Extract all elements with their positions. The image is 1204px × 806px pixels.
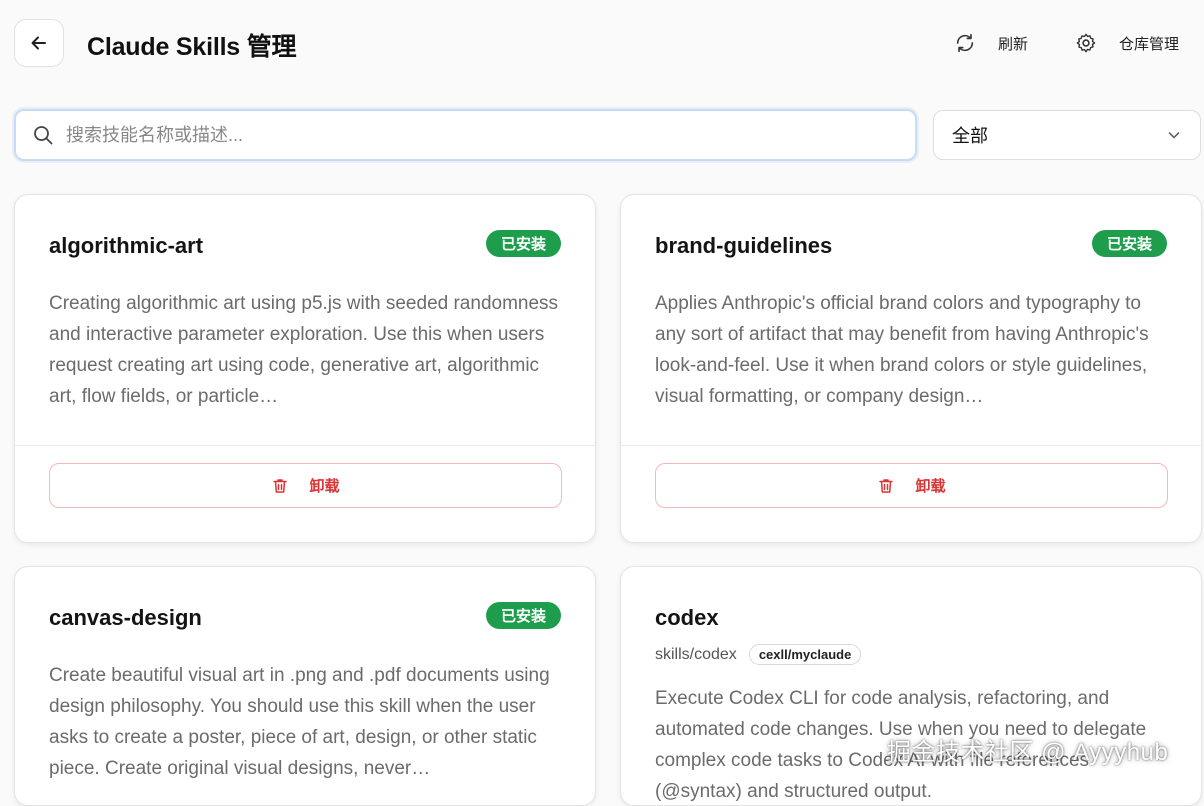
skill-name: codex <box>655 605 719 630</box>
repo-tag: cexll/myclaude <box>748 644 862 665</box>
refresh-icon <box>956 33 974 53</box>
skill-path-row: skills/codex cexll/myclaude <box>655 644 862 665</box>
card-divider <box>621 445 1201 446</box>
skill-card: brand-guidelines 已安装 Applies Anthropic's… <box>620 194 1202 543</box>
skill-card: canvas-design 已安装 Create beautiful visua… <box>14 566 596 806</box>
search-input[interactable] <box>66 124 886 146</box>
skill-card: codex skills/codex cexll/myclaude Execut… <box>620 566 1202 806</box>
repo-manage-button[interactable]: 仓库管理 <box>1075 30 1179 56</box>
category-filter-select[interactable]: 全部 <box>933 110 1201 160</box>
installed-badge: 已安装 <box>485 602 561 629</box>
skill-description: Applies Anthropic's official brand color… <box>655 293 1149 407</box>
back-button[interactable] <box>14 19 64 67</box>
skill-path: skills/codex <box>655 645 737 663</box>
refresh-button[interactable]: 刷新 <box>954 30 1028 56</box>
arrow-left-icon <box>31 36 46 50</box>
repo-manage-label: 仓库管理 <box>1119 35 1180 53</box>
uninstall-button[interactable]: 卸载 <box>49 463 562 508</box>
search-icon <box>34 126 53 145</box>
skill-description: Create beautiful visual art in .png and … <box>49 665 550 779</box>
gear-icon <box>1076 33 1096 53</box>
card-divider <box>15 445 595 446</box>
watermark: 掘金技术社区 @ Ayyyhub <box>887 739 1169 766</box>
filter-selected-value: 全部 <box>952 126 988 146</box>
trash-icon <box>273 478 288 493</box>
search-bar <box>14 109 917 161</box>
uninstall-label: 卸载 <box>309 478 340 495</box>
skill-card: algorithmic-art 已安装 Creating algorithmic… <box>14 194 596 543</box>
skill-name: algorithmic-art <box>49 233 204 258</box>
refresh-label: 刷新 <box>998 35 1029 53</box>
page-header: Claude Skills 管理 刷新 仓库管理 <box>0 0 1204 88</box>
skill-name: canvas-design <box>49 605 202 630</box>
uninstall-label: 卸载 <box>915 478 946 495</box>
page-title: Claude Skills 管理 <box>87 33 297 61</box>
skill-name: brand-guidelines <box>655 233 833 258</box>
chevron-down-icon <box>1168 132 1180 139</box>
installed-badge: 已安装 <box>485 230 561 257</box>
skill-description: Creating algorithmic art using p5.js wit… <box>49 293 559 407</box>
uninstall-button[interactable]: 卸载 <box>655 463 1168 508</box>
trash-icon <box>879 478 894 493</box>
installed-badge: 已安装 <box>1091 230 1167 257</box>
